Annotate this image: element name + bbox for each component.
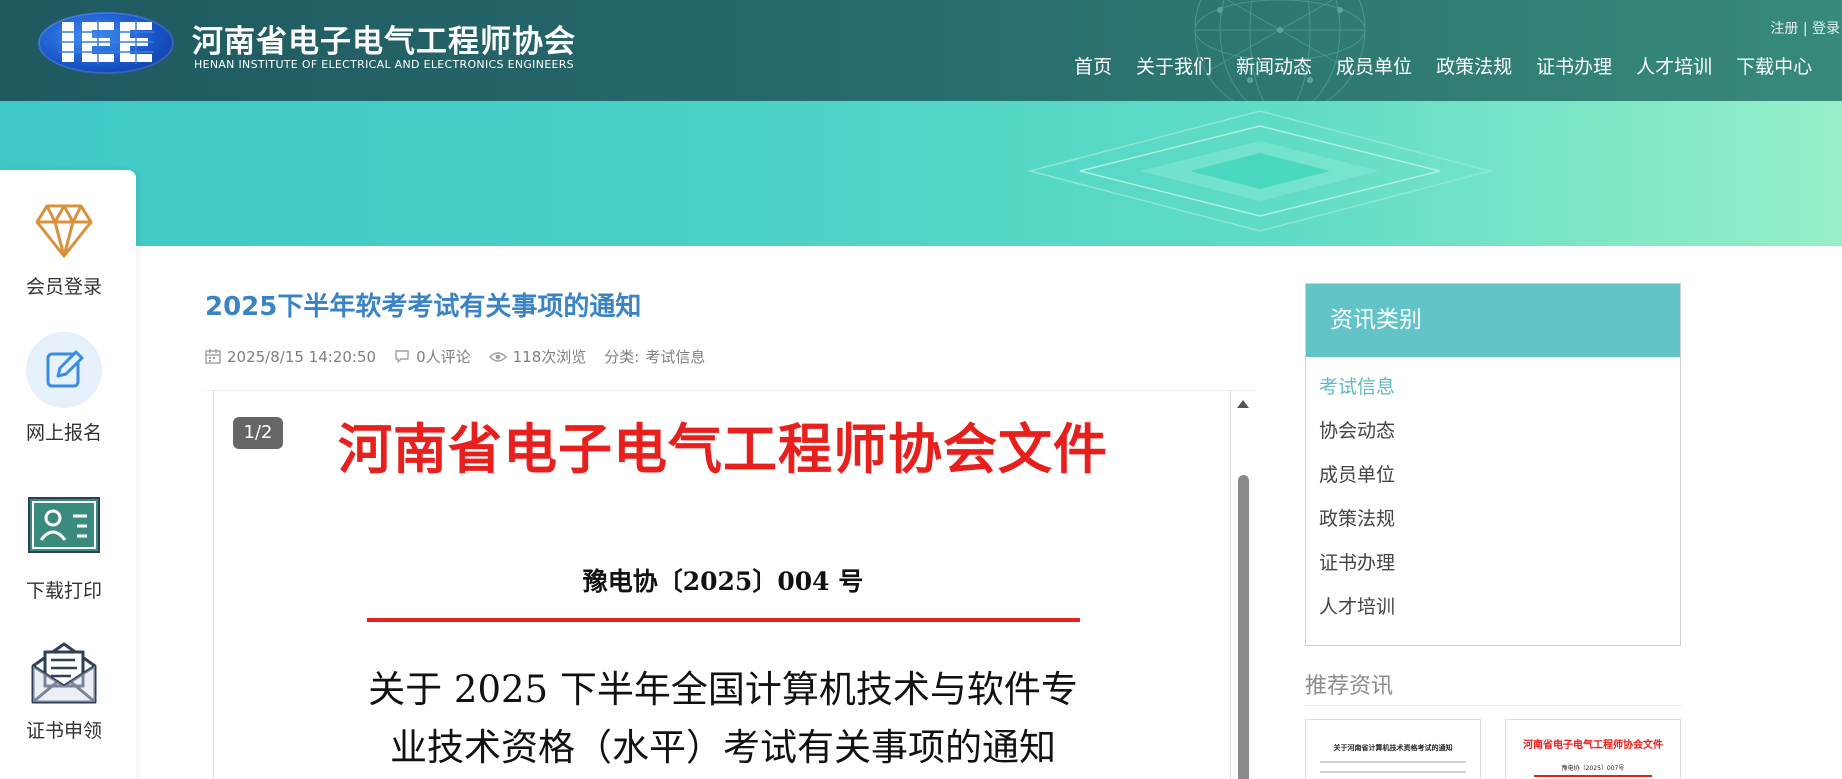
sidebar-item-download-print[interactable]: 下载打印 (0, 496, 128, 603)
sidebar-item-member-login[interactable]: 会员登录 (0, 200, 128, 299)
recommended-thumb-2[interactable]: 河南省电子电气工程师协会文件 豫电协〔2025〕007号 (1505, 719, 1681, 779)
article-title: 2025下半年软考考试有关事项的通知 (205, 292, 642, 322)
nav-item-news[interactable]: 新闻动态 (1224, 52, 1324, 82)
category-item-members[interactable]: 成员单位 (1306, 459, 1680, 503)
document-subject: 关于 2025 下半年全国计算机技术与软件专 业技术资格（水平）考试有关事项的通… (214, 661, 1232, 777)
nav-item-home[interactable]: 首页 (1062, 52, 1124, 82)
document-subject-line-1: 关于 2025 下半年全国计算机技术与软件专 (368, 668, 1078, 711)
nav-item-certificates[interactable]: 证书办理 (1524, 52, 1624, 82)
hero-banner (0, 101, 1842, 246)
page-indicator: 1/2 (233, 417, 283, 449)
sidebar-label-online-registration: 网上报名 (25, 422, 102, 444)
sidebar-item-online-registration[interactable]: 网上报名 (0, 332, 128, 445)
logo-iee-letters (58, 20, 154, 64)
site-header: 河南省电子电气工程师协会 HENAN INSTITUTE OF ELECTRIC… (0, 0, 1842, 101)
nav-item-training[interactable]: 人才培训 (1624, 52, 1724, 82)
meta-comments[interactable]: 0人评论 (394, 346, 471, 367)
document-heading: 河南省电子电气工程师协会文件 (338, 417, 1108, 481)
envelope-icon (31, 642, 97, 704)
article-meta: 2025/8/15 14:20:50 0人评论 118次浏览 分类: 考试信息 (205, 346, 723, 367)
category-list: 考试信息 协会动态 成员单位 政策法规 证书办理 人才培训 (1306, 357, 1680, 635)
thumb-1-text-line (1320, 771, 1466, 773)
scroll-up-arrow-icon[interactable] (1237, 400, 1249, 408)
thumb-2-red-rule (1534, 775, 1652, 777)
thumb-2-number: 豫电协〔2025〕007号 (1561, 765, 1625, 772)
comment-icon (395, 350, 409, 363)
decorative-platform-graphic (1027, 110, 1493, 232)
quick-access-sidebar: 会员登录 网上报名 下载打印 证书申领 (0, 170, 136, 779)
viewer-scrollbar[interactable] (1231, 391, 1257, 779)
calendar-icon (205, 349, 221, 364)
document-subject-line-2: 业技术资格（水平）考试有关事项的通知 (390, 726, 1056, 769)
auth-links: 注册 | 登录 (1770, 18, 1840, 38)
main-nav: 首页 关于我们 新闻动态 成员单位 政策法规 证书办理 人才培训 下载中心 (1062, 52, 1824, 82)
meta-views: 118次浏览 (488, 346, 587, 367)
nav-item-members[interactable]: 成员单位 (1324, 52, 1424, 82)
category-item-association-news[interactable]: 协会动态 (1306, 415, 1680, 459)
meta-category-label: 分类: (604, 348, 640, 366)
page-root: 河南省电子电气工程师协会 HENAN INSTITUTE OF ELECTRIC… (0, 0, 1842, 779)
nav-item-downloads[interactable]: 下载中心 (1724, 52, 1824, 82)
scrollbar-thumb[interactable] (1238, 475, 1249, 779)
decorative-globe-graphic (1194, 0, 1366, 101)
sidebar-label-download-print: 下载打印 (25, 580, 102, 602)
meta-comments-text: 0人评论 (416, 348, 471, 366)
category-item-exam-info[interactable]: 考试信息 (1306, 371, 1680, 415)
document-red-rule (367, 618, 1080, 622)
recommended-divider (1305, 705, 1681, 706)
category-item-policies[interactable]: 政策法规 (1306, 503, 1680, 547)
category-item-training[interactable]: 人才培训 (1306, 591, 1680, 635)
meta-date: 2025/8/15 14:20:50 (205, 348, 376, 366)
id-card-icon (28, 497, 100, 553)
nav-item-about[interactable]: 关于我们 (1124, 52, 1224, 82)
document-number: 豫电协〔2025〕004 号 (582, 567, 864, 596)
category-panel-title: 资讯类别 (1306, 284, 1680, 357)
thumb-1-text-line (1320, 761, 1466, 763)
login-link[interactable]: 登录 (1812, 21, 1840, 37)
register-link[interactable]: 注册 (1770, 21, 1798, 37)
sidebar-label-certificate-claim: 证书申领 (25, 720, 102, 742)
site-title: 河南省电子电气工程师协会 (192, 24, 576, 60)
edit-icon (26, 332, 102, 408)
pdf-page: 河南省电子电气工程师协会文件 1/2 豫电协〔2025〕004 号 关于 202… (213, 391, 1231, 779)
thumb-2-heading: 河南省电子电气工程师协会文件 (1523, 740, 1663, 751)
sidebar-item-certificate-claim[interactable]: 证书申领 (0, 640, 128, 743)
meta-category-link[interactable]: 考试信息 (645, 346, 705, 367)
category-panel: 资讯类别 考试信息 协会动态 成员单位 政策法规 证书办理 人才培训 (1305, 283, 1681, 646)
category-item-certificates[interactable]: 证书办理 (1306, 547, 1680, 591)
eye-icon (488, 351, 507, 362)
meta-views-text: 118次浏览 (512, 348, 587, 366)
site-subtitle: HENAN INSTITUTE OF ELECTRICAL AND ELECTR… (194, 58, 574, 71)
pdf-viewer[interactable]: 河南省电子电气工程师协会文件 1/2 豫电协〔2025〕004 号 关于 202… (205, 390, 1257, 779)
meta-category: 分类: 考试信息 (604, 346, 705, 367)
recommended-title: 推荐资讯 (1305, 674, 1394, 699)
thumb-1-heading: 关于河南省计算机技术资格考试的通知 (1333, 744, 1453, 752)
nav-item-policies[interactable]: 政策法规 (1424, 52, 1524, 82)
auth-separator: | (1802, 21, 1808, 37)
recommended-thumb-1[interactable]: 关于河南省计算机技术资格考试的通知 (1305, 719, 1481, 779)
sidebar-label-member-login: 会员登录 (25, 276, 102, 298)
diamond-icon (35, 204, 93, 258)
meta-datetime-text: 2025/8/15 14:20:50 (227, 347, 377, 366)
